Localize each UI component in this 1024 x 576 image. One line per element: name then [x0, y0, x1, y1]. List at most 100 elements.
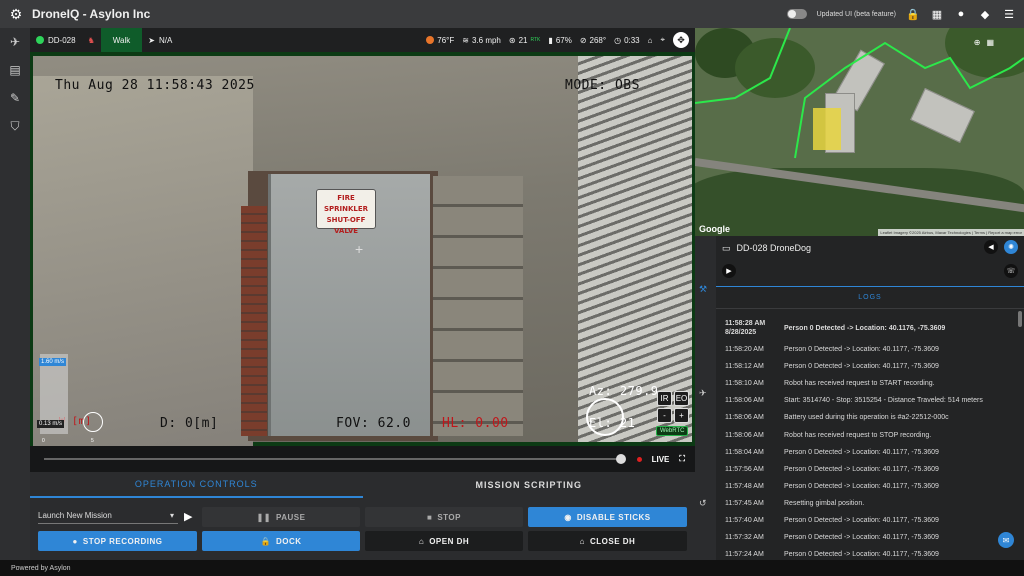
wind-icon: ≋: [462, 35, 469, 45]
close-dh-button[interactable]: ⌂ CLOSE DH: [528, 531, 687, 551]
close-dh-label: CLOSE DH: [590, 536, 636, 546]
log-message: Person 0 Detected -> Location: 40.1177, …: [784, 516, 939, 524]
osd-mode: MODE: OBS: [565, 78, 640, 93]
dock-button[interactable]: 🔒 DOCK: [202, 531, 360, 551]
robot-id[interactable]: DD-028: [30, 28, 82, 52]
shield-icon: ⛉: [10, 118, 20, 133]
temperature-value: 76°F: [437, 35, 455, 45]
log-time: 11:57:45 AM: [716, 499, 784, 508]
dpad-icon[interactable]: ✥: [673, 32, 689, 48]
zoom-in-button[interactable]: +: [674, 408, 689, 423]
log-entry: 11:58:28 AM 8/28/2025 Person 0 Detected ->…: [716, 315, 1016, 341]
robot-arm-icon[interactable]: ⚒: [699, 284, 707, 295]
logs-scrollbar[interactable]: [1018, 311, 1022, 327]
pan-tilt-ring-icon[interactable]: [586, 398, 624, 436]
station-icon[interactable]: ⌖: [660, 35, 665, 45]
log-message: Battery used during this operation is #a…: [784, 414, 949, 422]
chat-icon[interactable]: ✉: [998, 532, 1014, 548]
gear-logo-icon: ⚙: [9, 6, 23, 22]
wind: ≋ 3.6 mph: [462, 36, 501, 45]
phone-icon[interactable]: ☏: [1004, 264, 1018, 278]
map-attribution-text: Imagery ©2025 Airbus, Maxar Technologies…: [893, 230, 1023, 235]
sidebar-item-tools[interactable]: ✎: [0, 84, 30, 112]
dockhouse-close-icon: ⌂: [579, 536, 585, 546]
dockhouse-icon[interactable]: ⌂: [648, 36, 653, 45]
sidebar-item-security[interactable]: ⛉: [0, 112, 30, 140]
tab-operation-controls[interactable]: OPERATION CONTROLS: [30, 472, 363, 498]
tab-mission-scripting[interactable]: MISSION SCRIPTING: [363, 472, 696, 498]
wifi-icon[interactable]: ◆: [978, 8, 992, 21]
timeline-knob[interactable]: [616, 454, 626, 464]
log-entry: 11:57:40 AM Person 0 Detected -> Location…: [716, 512, 1016, 529]
log-message: Person 0 Detected -> Location: 40.1177, …: [784, 346, 939, 354]
dog-icon: ♞: [87, 35, 95, 45]
log-time: 11:57:24 AM: [716, 550, 784, 559]
log-message: Robot has received request to STOP recor…: [784, 431, 932, 439]
heading-value: 268°: [589, 35, 607, 45]
wall-blocks: [433, 176, 523, 436]
beta-ui-label: Updated UI (beta feature): [816, 10, 896, 18]
lock-icon[interactable]: 🔒: [906, 8, 920, 21]
log-message: Person 0 Detected -> Location: 40.1177, …: [784, 534, 939, 542]
wind-value: 3.6 mph: [471, 35, 501, 45]
log-time: 11:58:06 AM: [716, 413, 784, 422]
log-time-value: 11:57:45 AM: [725, 499, 764, 507]
stop-recording-button[interactable]: ● STOP RECORDING: [38, 531, 197, 551]
alarm-icon[interactable]: ✺: [1004, 240, 1018, 254]
monitor-icon: ▭: [722, 242, 731, 253]
battery: ▮ 67%: [548, 36, 571, 45]
menu-icon[interactable]: ☰: [1002, 8, 1016, 21]
speaker-icon[interactable]: ◀: [984, 240, 998, 254]
log-entry: 11:57:48 AM Person 0 Detected -> Location…: [716, 478, 1016, 495]
heading-ring-icon: [83, 412, 103, 432]
sidebar-item-reports[interactable]: ▤: [0, 56, 30, 84]
log-time: 11:57:48 AM: [716, 482, 784, 491]
map-provider-label: Google: [699, 224, 730, 234]
speed-current-label: 0.13 m/s: [37, 420, 65, 428]
calendar-icon[interactable]: ▦: [930, 8, 944, 21]
osd-azimuth: Az: 279.9: [589, 384, 659, 398]
satellite-map[interactable]: ⊕ ▦ Google Leaflet Imagery ©2025 Airbus,…: [695, 28, 1024, 236]
sidebar-item-flights[interactable]: ✈: [0, 28, 30, 56]
top-bar-actions: Updated UI (beta feature) 🔒 ▦ ● ◆ ☰: [786, 0, 1016, 28]
ir-button[interactable]: IR: [657, 391, 672, 406]
history-icon[interactable]: ↺: [699, 498, 707, 509]
live-label[interactable]: LIVE: [652, 455, 670, 464]
fullscreen-icon[interactable]: ⛶: [679, 454, 685, 464]
log-entry: 11:57:45 AM Resetting gimbal position.: [716, 495, 1016, 512]
stop-button[interactable]: ■ STOP: [365, 507, 523, 527]
pause-button[interactable]: ❚❚ PAUSE: [202, 507, 360, 527]
logs-title[interactable]: LOGS: [716, 287, 1024, 309]
mission-select[interactable]: Launch New Mission ▾: [38, 507, 178, 524]
logs-panel: LOGS 11:58:28 AM 8/28/2025 Person 0 Detect…: [716, 286, 1024, 560]
audio-play-button[interactable]: ▶: [722, 264, 736, 278]
battery-value: 67%: [555, 35, 572, 45]
locate-icon[interactable]: ⊕: [974, 38, 981, 47]
user-icon[interactable]: ●: [954, 8, 968, 20]
open-dh-button[interactable]: ⌂ OPEN DH: [365, 531, 523, 551]
disable-sticks-button[interactable]: ◉ DISABLE STICKS: [528, 507, 687, 527]
log-time-value: 11:57:56 AM: [725, 465, 764, 473]
operation-panel: OPERATION CONTROLS MISSION SCRIPTING Lau…: [30, 472, 695, 560]
drone-icon[interactable]: ✈: [699, 388, 707, 399]
map-tools: ⊕ ▦: [974, 38, 994, 47]
log-message: Robot has received request to START reco…: [784, 380, 935, 388]
dock-label: DOCK: [275, 536, 302, 546]
satellite-icon: ⊛: [508, 35, 516, 45]
log-message: Person 0 Detected -> Location: 40.1177, …: [784, 551, 939, 559]
video-feed[interactable]: FIRE SPRINKLER SHUT-OFF VALVE Thu Aug 28…: [30, 52, 695, 446]
leaflet-link[interactable]: Leaflet: [880, 230, 892, 235]
timeline-track[interactable]: [44, 458, 622, 460]
log-entry: 11:58:06 AM Robot has received request to…: [716, 426, 1016, 443]
gamepad-icon: ◉: [564, 512, 572, 522]
layers-icon[interactable]: ▦: [986, 38, 994, 47]
play-mission-button[interactable]: ▶: [184, 510, 192, 523]
video-timeline: LIVE ⛶: [30, 446, 695, 472]
beta-ui-toggle[interactable]: [786, 9, 807, 19]
gps-label: N/A: [158, 35, 173, 45]
eo-button[interactable]: EO: [674, 391, 689, 406]
zoom-out-button[interactable]: -: [657, 408, 672, 423]
log-time: 11:58:10 AM: [716, 379, 784, 388]
mode-badge[interactable]: Walk: [100, 28, 143, 52]
mode-label: Walk: [112, 35, 131, 45]
